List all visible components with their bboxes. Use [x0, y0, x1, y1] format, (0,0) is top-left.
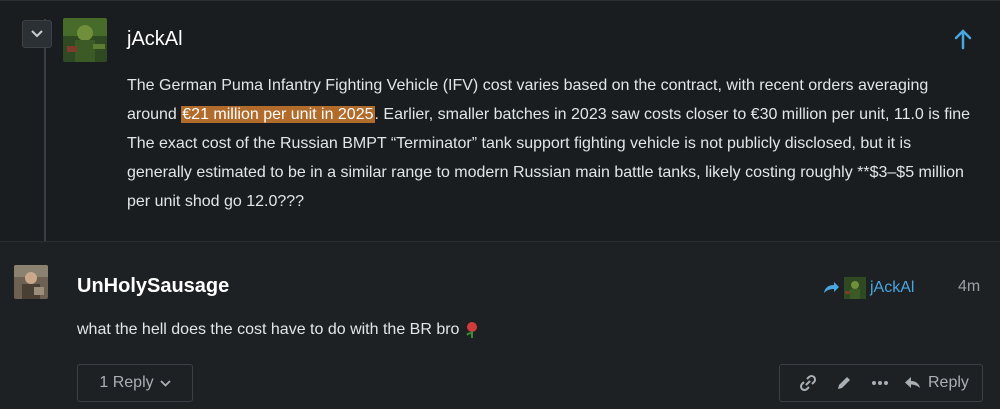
arrow-up-icon[interactable] — [952, 28, 974, 50]
post-author[interactable]: UnHolySausage — [77, 275, 229, 298]
replies-label: 1 Reply — [99, 374, 154, 391]
collapse-quote-button[interactable] — [22, 20, 52, 48]
quote-author[interactable]: jAckAl — [127, 28, 183, 51]
post-time[interactable]: 4m — [958, 278, 980, 296]
reply-to-name: jAckAl — [870, 279, 915, 296]
copy-link-button[interactable] — [790, 365, 826, 401]
avatar[interactable] — [14, 265, 48, 299]
edit-icon — [838, 377, 850, 389]
reply-to-avatar — [844, 277, 866, 299]
reply-to-link[interactable]: jAckAl — [822, 277, 914, 299]
more-button[interactable] — [862, 365, 898, 401]
post-actions: Reply — [779, 364, 983, 402]
post-body-text: what the hell does the cost have to do w… — [77, 321, 460, 338]
quote-text: The German Puma Infantry Fighting Vehicl… — [127, 71, 977, 216]
show-replies-button[interactable]: 1 Reply — [77, 364, 193, 402]
reply-arrow-icon — [824, 282, 839, 293]
more-icon — [872, 381, 888, 385]
quote-rail — [44, 19, 46, 241]
quoted-post: jAckAl The German Puma Infantry Fighting… — [0, 0, 1000, 242]
avatar[interactable] — [63, 18, 107, 62]
post-body: what the hell does the cost have to do w… — [77, 321, 481, 339]
reply-button[interactable]: Reply — [904, 374, 969, 392]
highlighted-text: €21 million per unit in 2025 — [181, 106, 375, 123]
edit-button[interactable] — [826, 365, 862, 401]
chevron-down-icon — [31, 30, 43, 38]
reply-label: Reply — [928, 374, 969, 391]
chevron-down-icon — [159, 379, 171, 387]
reply-icon — [905, 377, 920, 388]
rose-icon — [466, 322, 478, 338]
link-icon — [799, 374, 817, 392]
